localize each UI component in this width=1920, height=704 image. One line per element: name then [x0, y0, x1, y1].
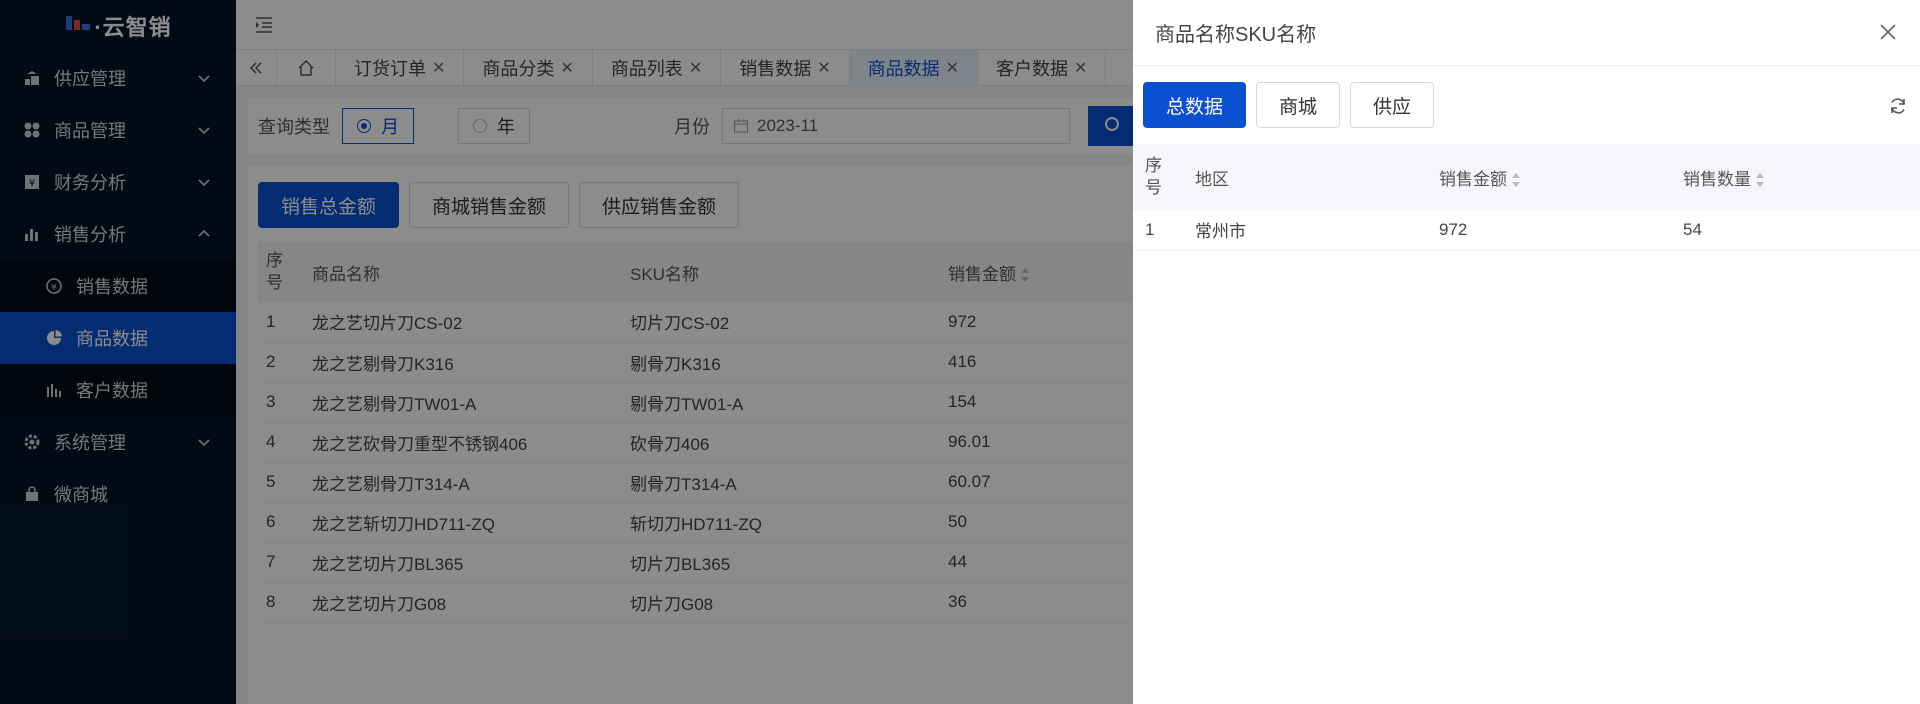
supply-button[interactable]: 供应 — [1350, 82, 1435, 128]
close-icon[interactable] — [1878, 22, 1898, 42]
table-cell: 54 — [1671, 210, 1920, 251]
total-data-button[interactable]: 总数据 — [1143, 82, 1247, 128]
drawer-body: 总数据 商城 供应 序号 地区 销售金额 销售数量 1 常州市 972 54 — [1133, 66, 1920, 251]
col-header-region: 地区 — [1183, 144, 1427, 210]
drawer-title: 商品名称SKU名称 — [1155, 24, 1317, 46]
mall-button[interactable]: 商城 — [1256, 82, 1341, 128]
drawer-header: 商品名称SKU名称 — [1133, 0, 1920, 66]
refresh-icon[interactable] — [1888, 96, 1908, 116]
table-cell: 常州市 — [1183, 210, 1427, 251]
table-cell: 972 — [1427, 210, 1671, 251]
region-sales-table: 序号 地区 销售金额 销售数量 1 常州市 972 54 — [1133, 144, 1920, 251]
detail-drawer: 商品名称SKU名称 总数据 商城 供应 序号 地区 销售金额 销售数量 1 常州市… — [1133, 0, 1920, 704]
sort-icon[interactable] — [1755, 173, 1765, 188]
drawer-source-buttons: 总数据 商城 供应 — [1143, 82, 1910, 128]
sort-icon[interactable] — [1511, 173, 1521, 188]
header-label: 销售数量 — [1683, 169, 1751, 189]
table-row: 1 常州市 972 54 — [1133, 210, 1920, 251]
col-header-sales-amount[interactable]: 销售金额 — [1427, 144, 1671, 210]
col-header-index: 序号 — [1133, 144, 1183, 210]
col-header-sales-quantity[interactable]: 销售数量 — [1671, 144, 1920, 210]
header-label: 销售金额 — [1439, 169, 1507, 189]
table-cell: 1 — [1133, 210, 1183, 251]
